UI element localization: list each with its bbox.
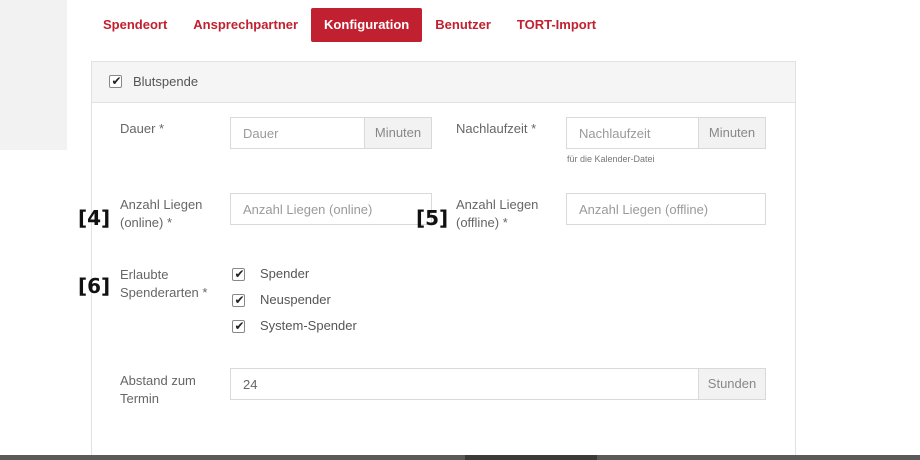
panel-header: ✔ Blutspende bbox=[92, 62, 795, 103]
liegen-offline-label-line1: Anzahl Liegen bbox=[456, 197, 539, 212]
liegen-online-label-line1: Anzahl Liegen bbox=[120, 197, 203, 212]
check-icon: ✔ bbox=[234, 267, 245, 281]
marker-5: [5] bbox=[416, 206, 449, 230]
tab-tort-import[interactable]: TORT-Import bbox=[504, 8, 609, 42]
liegen-online-label: Anzahl Liegen (online) * bbox=[120, 196, 202, 232]
tab-benutzer[interactable]: Benutzer bbox=[422, 8, 504, 42]
taskbar-active-segment bbox=[465, 455, 597, 460]
neuspender-checkbox[interactable]: ✔ bbox=[232, 293, 245, 307]
check-icon: ✔ bbox=[111, 74, 122, 88]
nachlaufzeit-label: Nachlaufzeit * bbox=[456, 121, 537, 136]
nachlaufzeit-input[interactable] bbox=[566, 117, 699, 149]
blutspende-label: Blutspende bbox=[133, 74, 199, 89]
spenderarten-label: Erlaubte Spenderarten * bbox=[120, 266, 207, 302]
nachlaufzeit-help-text: für die Kalender-Datei bbox=[567, 154, 655, 164]
liegen-offline-label-line2: (offline) * bbox=[456, 215, 508, 230]
system-spender-checkbox[interactable]: ✔ bbox=[232, 319, 245, 333]
tab-spendeort[interactable]: Spendeort bbox=[90, 8, 180, 42]
marker-4: [4] bbox=[78, 206, 111, 230]
system-spender-option-label: System-Spender bbox=[260, 318, 357, 333]
tab-ansprechpartner[interactable]: Ansprechpartner bbox=[180, 8, 311, 42]
abstand-input[interactable] bbox=[230, 368, 699, 400]
liegen-offline-label: Anzahl Liegen (offline) * bbox=[456, 196, 538, 232]
abstand-label-line1: Abstand zum bbox=[120, 373, 196, 388]
bottom-taskbar-strip bbox=[0, 455, 920, 460]
nachlaufzeit-unit-addon: Minuten bbox=[699, 117, 766, 149]
abstand-unit-addon: Stunden bbox=[699, 368, 766, 400]
dauer-label: Dauer * bbox=[120, 121, 165, 136]
abstand-label-line2: Termin bbox=[120, 391, 160, 406]
tab-bar: Spendeort Ansprechpartner Konfiguration … bbox=[90, 8, 609, 42]
spenderarten-label-line2: Spenderarten * bbox=[120, 285, 208, 300]
dauer-unit-addon: Minuten bbox=[365, 117, 432, 149]
liegen-online-label-line2: (online) * bbox=[120, 215, 173, 230]
check-icon: ✔ bbox=[234, 319, 245, 333]
liegen-online-input[interactable] bbox=[230, 193, 432, 225]
marker-6: [6] bbox=[78, 274, 111, 298]
neuspender-option-label: Neuspender bbox=[260, 292, 331, 307]
tab-konfiguration[interactable]: Konfiguration bbox=[311, 8, 423, 42]
liegen-offline-input[interactable] bbox=[566, 193, 766, 225]
left-sidebar-panel bbox=[0, 0, 67, 150]
abstand-label: Abstand zum Termin bbox=[120, 372, 196, 408]
spender-option-label: Spender bbox=[260, 266, 310, 281]
blutspende-checkbox[interactable]: ✔ bbox=[109, 74, 122, 88]
dauer-input[interactable] bbox=[230, 117, 365, 149]
spenderarten-label-line1: Erlaubte bbox=[120, 267, 169, 282]
check-icon: ✔ bbox=[234, 293, 245, 307]
spender-checkbox[interactable]: ✔ bbox=[232, 267, 245, 281]
